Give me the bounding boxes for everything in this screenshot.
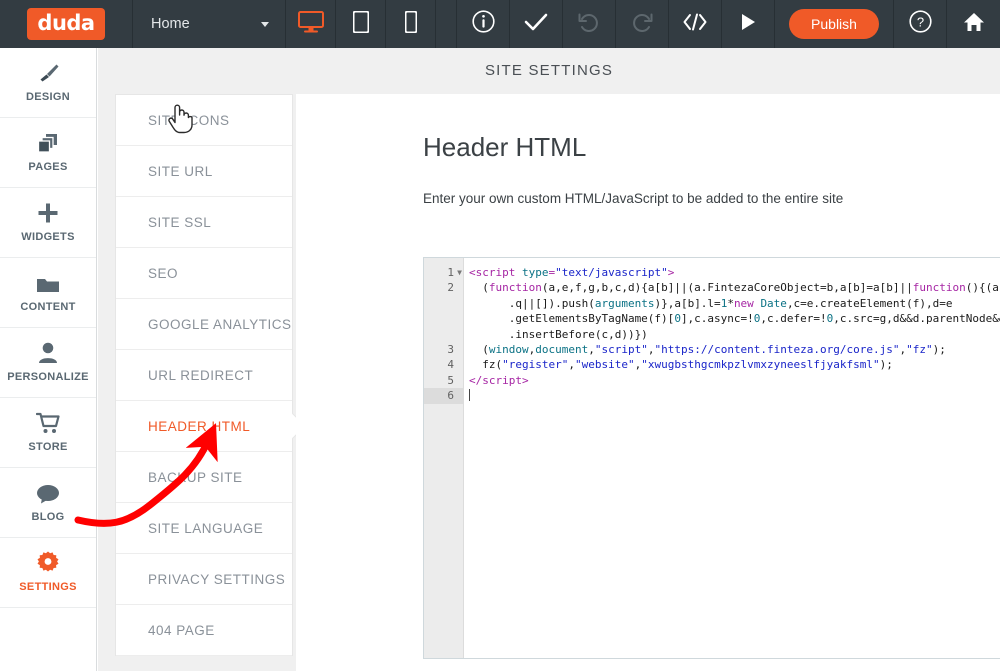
settings-item-url-redirect[interactable]: URL REDIRECT [116, 350, 292, 401]
rail-label: PERSONALIZE [7, 371, 89, 383]
duda-editor-window: duda Home Publish ? DESIGN PAGES WIDGETS… [0, 0, 1000, 671]
settings-item-site-url[interactable]: SITE URL [116, 146, 292, 197]
rail-label: CONTENT [20, 301, 76, 313]
redo-icon [630, 12, 654, 37]
shopping-cart-icon [36, 412, 60, 434]
tablet-icon [352, 10, 369, 38]
settings-item-label: BACKUP SITE [148, 469, 243, 485]
settings-item-label: URL REDIRECT [148, 367, 254, 383]
rail-label: BLOG [31, 511, 65, 523]
rail-item-personalize[interactable]: PERSONALIZE [0, 328, 96, 398]
code-brackets-icon [683, 13, 707, 36]
content-area: SITE SETTINGS SITE ICONS SITE URL SITE S… [98, 48, 1000, 671]
toolbar-spacer [436, 0, 457, 48]
settings-item-site-icons[interactable]: SITE ICONS [116, 95, 292, 146]
duda-logo[interactable]: duda [0, 0, 133, 48]
settings-item-label: PRIVACY SETTINGS [148, 571, 286, 587]
settings-item-site-language[interactable]: SITE LANGUAGE [116, 503, 292, 554]
rail-label: DESIGN [26, 91, 70, 103]
settings-item-label: HEADER HTML [148, 418, 251, 434]
publish-button[interactable]: Publish [789, 9, 879, 39]
rail-item-content[interactable]: CONTENT [0, 258, 96, 328]
settings-item-privacy-settings[interactable]: PRIVACY SETTINGS [116, 554, 292, 605]
settings-menu: SITE ICONS SITE URL SITE SSL SEO GOOGLE … [115, 94, 306, 656]
question-circle-icon: ? [908, 10, 932, 38]
pages-stack-icon [37, 132, 59, 154]
settings-item-header-html[interactable]: HEADER HTML [116, 401, 306, 452]
play-icon [739, 13, 757, 36]
info-circle-icon [471, 10, 495, 38]
speech-bubble-icon [36, 482, 60, 504]
settings-item-label: SITE LANGUAGE [148, 520, 264, 536]
line-number: 1 ▼ [447, 265, 462, 280]
settings-item-label: SITE SSL [148, 214, 212, 230]
page-title: SITE SETTINGS [484, 62, 614, 79]
rail-label: PAGES [28, 161, 68, 173]
settings-item-label: SITE ICONS [148, 112, 230, 128]
page-selector-label: Home [151, 16, 190, 32]
home-icon [963, 12, 985, 37]
code-editor[interactable]: 1 ▼ 2 3 4 5 6 <script type="text/javascri… [423, 257, 1000, 659]
settings-item-site-ssl[interactable]: SITE SSL [116, 197, 292, 248]
rail-item-pages[interactable]: PAGES [0, 118, 96, 188]
chevron-down-icon [261, 21, 269, 27]
check-icon [524, 12, 548, 37]
logo-text: duda [27, 8, 105, 40]
settings-item-label: SEO [148, 265, 179, 281]
desktop-icon [297, 10, 324, 38]
undo-icon [577, 12, 601, 37]
top-toolbar: duda Home Publish ? [0, 0, 1000, 48]
tablet-view-button[interactable] [336, 0, 386, 48]
svg-text:?: ? [916, 15, 923, 30]
rail-item-widgets[interactable]: WIDGETS [0, 188, 96, 258]
settings-item-backup-site[interactable]: BACKUP SITE [116, 452, 292, 503]
page-selector[interactable]: Home [133, 0, 286, 48]
line-number: 4 [447, 358, 454, 372]
mobile-icon [404, 10, 417, 38]
settings-item-label: GOOGLE ANALYTICS [148, 316, 292, 332]
rail-item-design[interactable]: DESIGN [0, 48, 96, 118]
settings-item-label: SITE URL [148, 163, 213, 179]
rail-label: SETTINGS [19, 581, 77, 593]
mobile-view-button[interactable] [386, 0, 436, 48]
desktop-view-button[interactable] [286, 0, 336, 48]
header-html-panel: Header HTML Enter your own custom HTML/J… [296, 94, 1000, 671]
settings-item-label: 404 PAGE [148, 622, 215, 638]
gear-icon [36, 551, 60, 574]
publish-cell: Publish [775, 0, 894, 48]
line-number-current: 6 [424, 388, 463, 404]
wrap-filler [424, 296, 463, 311]
person-icon [38, 342, 58, 364]
editor-gutter: 1 ▼ 2 3 4 5 6 [424, 258, 464, 658]
rail-label: WIDGETS [21, 231, 75, 243]
panel-subheading: Enter your own custom HTML/JavaScript to… [423, 191, 844, 206]
folder-icon [36, 272, 60, 294]
settings-item-404-page[interactable]: 404 PAGE [116, 605, 292, 656]
redo-button[interactable] [616, 0, 669, 48]
line-number: 3 [447, 342, 454, 356]
help-button[interactable]: ? [894, 0, 947, 48]
rail-label: STORE [28, 441, 68, 453]
undo-button[interactable] [563, 0, 616, 48]
editor-code-content[interactable]: <script type="text/javascript"> (functio… [464, 258, 1000, 658]
code-button[interactable] [669, 0, 722, 48]
approve-button[interactable] [510, 0, 563, 48]
line-number: 5 [447, 373, 454, 387]
rail-item-store[interactable]: STORE [0, 398, 96, 468]
fold-arrow-icon[interactable]: ▼ [457, 265, 462, 280]
preview-button[interactable] [722, 0, 775, 48]
info-button[interactable] [457, 0, 510, 48]
home-button[interactable] [947, 0, 1000, 48]
rail-item-blog[interactable]: BLOG [0, 468, 96, 538]
wrap-filler [424, 311, 463, 326]
line-number: 2 [447, 281, 454, 295]
plus-icon [37, 202, 59, 224]
wrap-filler [424, 327, 463, 342]
rail-item-settings[interactable]: SETTINGS [0, 538, 96, 608]
settings-item-google-analytics[interactable]: GOOGLE ANALYTICS [116, 299, 292, 350]
left-rail: DESIGN PAGES WIDGETS CONTENT PERSONALIZE [0, 48, 97, 671]
paintbrush-icon [36, 62, 60, 84]
panel-heading: Header HTML [423, 132, 587, 162]
settings-item-seo[interactable]: SEO [116, 248, 292, 299]
